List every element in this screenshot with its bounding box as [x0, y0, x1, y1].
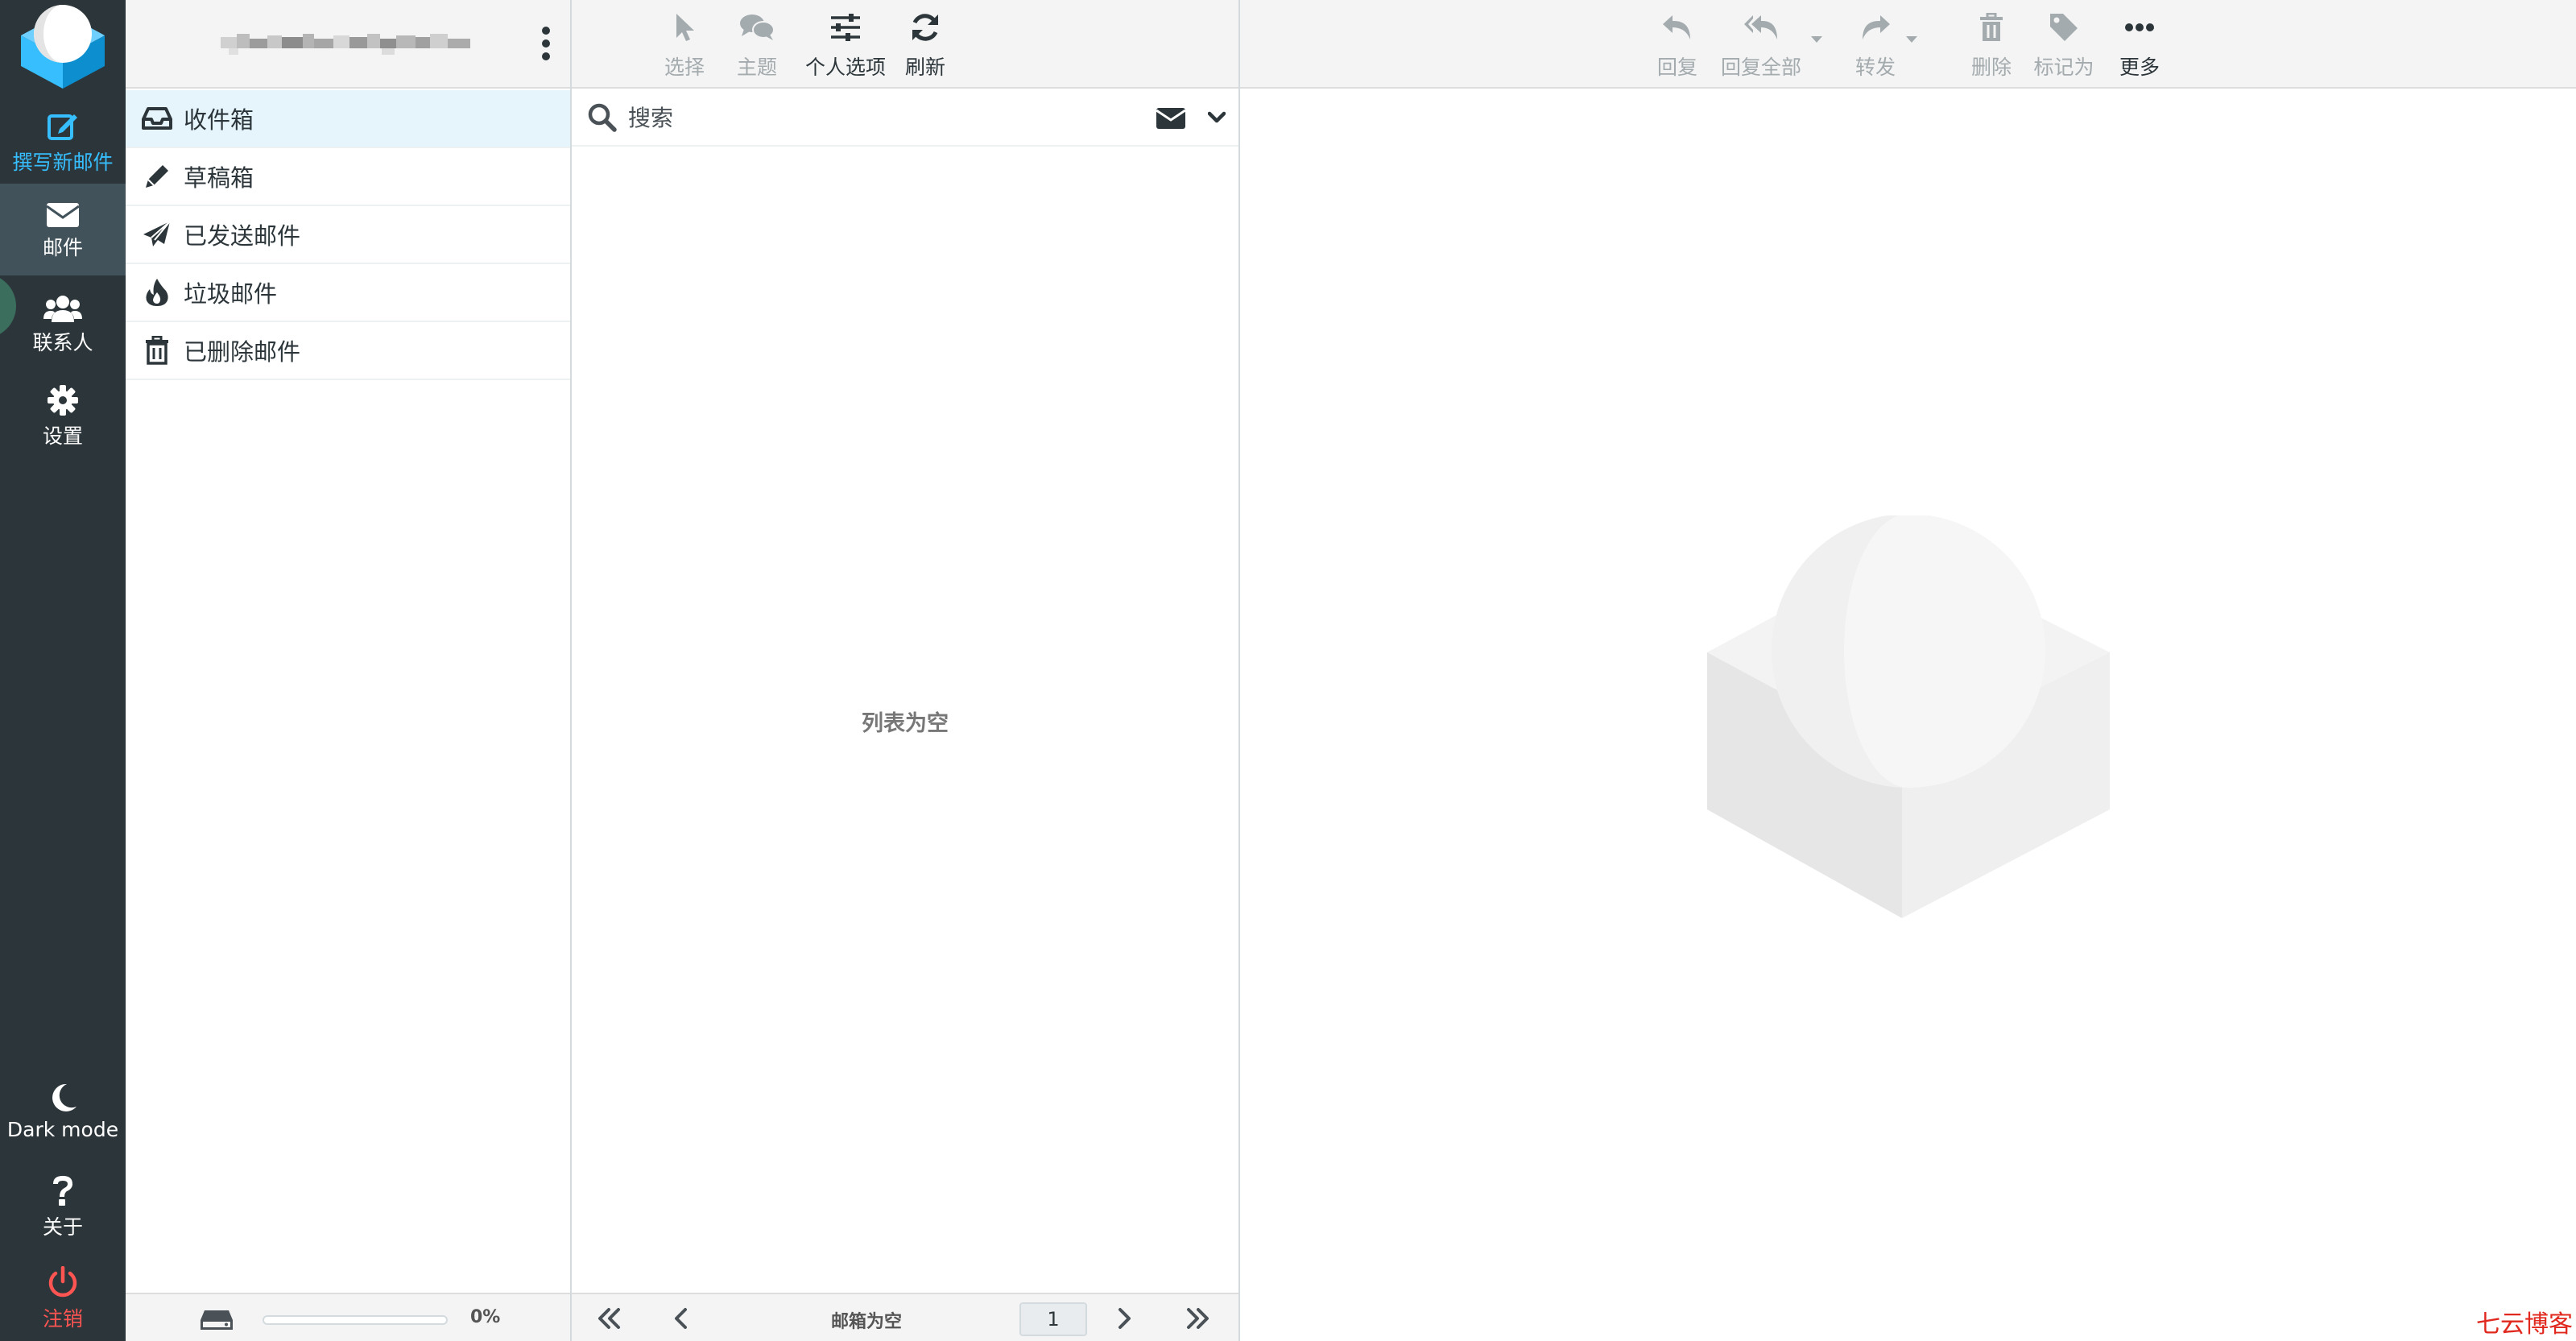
nav-about[interactable]: 关于 [0, 1173, 126, 1240]
message-toolbar: 回复 回复全部 转发 删除 标记为 更多 [1240, 0, 2576, 89]
mark-button[interactable]: 标记为 [2029, 8, 2098, 81]
reply-all-button[interactable]: 回复全部 [1717, 8, 1805, 81]
compose-button[interactable]: 撰写新邮件 [0, 101, 126, 176]
mark-label: 标记为 [2033, 56, 2094, 79]
dark-mode-toggle[interactable]: Dark mode [0, 1079, 126, 1141]
account-name-redacted [221, 34, 470, 55]
nav-rail: 撰写新邮件 邮件 联系人 设置 Dark mode 关于 注销 [0, 0, 126, 1341]
dark-mode-label: Dark mode [6, 1118, 119, 1141]
folder-pane: 收件箱 草稿箱 已发送邮件 垃圾邮件 已删除邮件 0% [126, 0, 572, 1341]
users-icon [43, 288, 82, 322]
watermark-logo-illustration [1707, 515, 2110, 918]
chevron-down-icon[interactable] [1208, 111, 1226, 124]
more-label: 更多 [2119, 56, 2160, 79]
folder-trash[interactable]: 已删除邮件 [126, 322, 570, 380]
nav-settings-label: 设置 [42, 424, 83, 448]
trash-icon [1979, 8, 2003, 47]
next-page-icon[interactable] [1116, 1307, 1132, 1330]
last-page-icon[interactable] [1185, 1307, 1211, 1330]
sliders-icon [829, 8, 862, 47]
fire-icon [140, 278, 174, 307]
options-button[interactable]: 个人选项 [802, 8, 889, 81]
options-label: 个人选项 [804, 56, 886, 79]
tag-icon [2049, 8, 2079, 47]
folder-label: 垃圾邮件 [184, 280, 278, 308]
folder-label: 已发送邮件 [184, 222, 301, 250]
compose-icon [47, 101, 79, 142]
forward-label: 转发 [1854, 56, 1896, 79]
forward-button[interactable]: 转发 [1849, 8, 1902, 81]
nav-about-label: 关于 [42, 1215, 83, 1239]
threads-button[interactable]: 主题 [725, 8, 789, 81]
moon-icon [49, 1079, 76, 1113]
message-list-pane: 选择 主题 个人选项 刷新 列表为空 邮箱为空 [572, 0, 1240, 1341]
message-count: 邮箱为空 [831, 1312, 903, 1332]
reply-label: 回复 [1656, 56, 1697, 79]
delete-label: 删除 [1970, 56, 2012, 79]
threads-label: 主题 [736, 56, 777, 79]
kebab-menu-icon[interactable] [540, 26, 552, 61]
paper-plane-icon [140, 221, 174, 248]
quota-percent: 0% [470, 1307, 501, 1327]
search-icon[interactable] [588, 103, 617, 132]
refresh-label: 刷新 [904, 56, 945, 79]
folder-drafts[interactable]: 草稿箱 [126, 148, 570, 206]
quota-footer: 0% [126, 1293, 570, 1341]
folder-sent[interactable]: 已发送邮件 [126, 206, 570, 264]
prev-page-icon[interactable] [673, 1307, 689, 1330]
select-label: 选择 [664, 56, 705, 79]
more-button[interactable]: 更多 [2111, 8, 2168, 81]
logout-button[interactable]: 注销 [0, 1264, 126, 1332]
list-footer: 邮箱为空 1 [572, 1293, 1238, 1341]
empty-list-message: 列表为空 [862, 711, 949, 736]
reply-all-icon [1743, 8, 1779, 47]
reading-pane: 回复 回复全部 转发 删除 标记为 更多 七云博客 [1240, 0, 2576, 1341]
refresh-button[interactable]: 刷新 [897, 8, 953, 81]
nav-settings[interactable]: 设置 [0, 382, 126, 449]
ellipsis-icon [2124, 8, 2155, 47]
forward-icon [1859, 8, 1892, 47]
reply-all-label: 回复全部 [1720, 56, 1801, 79]
folder-header [126, 0, 570, 89]
first-page-icon[interactable] [596, 1307, 622, 1330]
folder-label: 收件箱 [184, 106, 254, 134]
delete-button[interactable]: 删除 [1963, 8, 2020, 81]
folder-junk[interactable]: 垃圾邮件 [126, 264, 570, 322]
nav-mail-label: 邮件 [42, 236, 83, 259]
roundcube-logo [21, 5, 105, 89]
gear-icon [48, 382, 78, 416]
folder-inbox[interactable]: 收件箱 [126, 90, 570, 148]
reply-icon [1661, 8, 1693, 47]
comments-icon [739, 8, 775, 47]
reply-all-caret-icon[interactable] [1810, 35, 1823, 43]
pointer-icon [673, 8, 696, 47]
folder-label: 草稿箱 [184, 164, 254, 192]
question-icon [51, 1173, 75, 1206]
inbox-icon [140, 106, 174, 130]
trash-icon [140, 336, 174, 365]
reply-button[interactable]: 回复 [1651, 8, 1704, 81]
search-bar [572, 89, 1238, 147]
logout-label: 注销 [42, 1307, 83, 1331]
nav-mail[interactable]: 邮件 [0, 184, 126, 275]
nav-contacts[interactable]: 联系人 [0, 288, 126, 356]
select-button[interactable]: 选择 [652, 8, 717, 81]
pencil-icon [140, 163, 174, 190]
envelope-icon [47, 195, 79, 227]
list-toolbar: 选择 主题 个人选项 刷新 [572, 0, 1238, 89]
search-input[interactable] [628, 100, 1079, 135]
page-number-input[interactable]: 1 [1019, 1302, 1087, 1336]
refresh-icon [910, 8, 941, 47]
forward-caret-icon[interactable] [1905, 35, 1918, 43]
hard-drive-icon [201, 1310, 233, 1330]
folder-label: 已删除邮件 [184, 338, 301, 366]
quota-bar [263, 1315, 448, 1325]
compose-label: 撰写新邮件 [12, 151, 114, 174]
envelope-filter-icon[interactable] [1156, 108, 1185, 129]
nav-contacts-label: 联系人 [32, 331, 93, 354]
power-icon [48, 1264, 78, 1298]
blog-watermark: 七云博客 [2476, 1310, 2573, 1339]
